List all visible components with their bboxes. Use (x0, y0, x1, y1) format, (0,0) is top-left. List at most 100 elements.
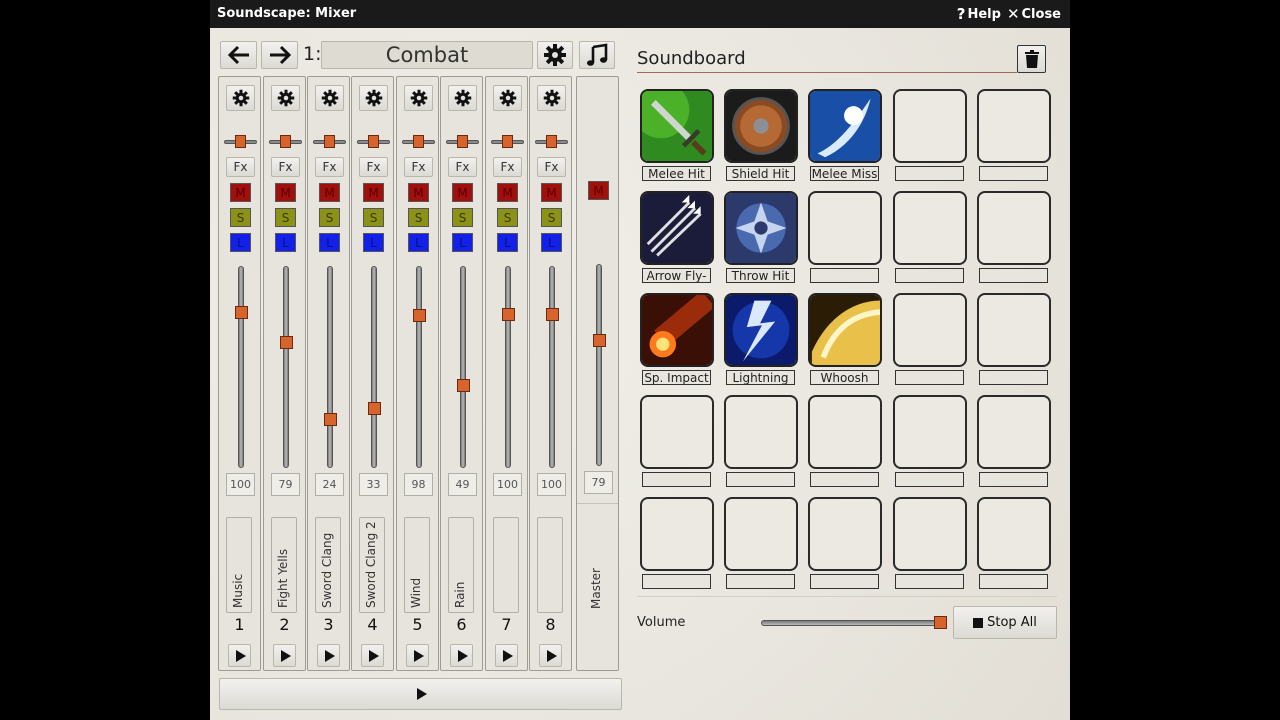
next-scene-button[interactable] (261, 41, 298, 69)
sound-pad[interactable] (724, 191, 798, 265)
channel-name-box[interactable]: Rain (448, 517, 474, 613)
fader-knob[interactable] (280, 336, 293, 349)
channel-play-button[interactable] (361, 644, 384, 667)
volume-fader[interactable] (235, 266, 248, 468)
sound-pad[interactable] (808, 293, 882, 367)
empty-sound-pad-label[interactable] (810, 472, 879, 487)
pan-knob[interactable] (502, 135, 513, 148)
master-fader[interactable] (593, 264, 606, 466)
link-button[interactable]: L (230, 233, 251, 252)
channel-name-box[interactable] (537, 517, 563, 613)
mute-button[interactable]: M (541, 183, 562, 202)
fader-knob[interactable] (457, 379, 470, 392)
link-button[interactable]: L (452, 233, 473, 252)
volume-fader[interactable] (546, 266, 559, 468)
solo-button[interactable]: S (408, 208, 429, 227)
channel-settings-button[interactable] (404, 85, 433, 111)
empty-sound-pad-label[interactable] (726, 472, 795, 487)
empty-sound-pad-label[interactable] (895, 268, 964, 283)
master-mute-button[interactable]: M (588, 181, 609, 200)
mute-button[interactable]: M (230, 183, 251, 202)
solo-button[interactable]: S (363, 208, 384, 227)
fx-button[interactable]: Fx (448, 157, 477, 177)
play-all-button[interactable] (219, 678, 622, 710)
pan-slider[interactable] (402, 134, 435, 150)
close-button[interactable]: ✕ Close (1007, 5, 1061, 23)
mute-button[interactable]: M (363, 183, 384, 202)
channel-settings-button[interactable] (537, 85, 566, 111)
pan-slider[interactable] (491, 134, 524, 150)
sound-pad[interactable] (724, 89, 798, 163)
channel-name-box[interactable]: Sword Clang (315, 517, 341, 613)
mute-button[interactable]: M (497, 183, 518, 202)
empty-sound-pad-label[interactable] (642, 574, 711, 589)
link-button[interactable]: L (541, 233, 562, 252)
scene-settings-button[interactable] (537, 41, 573, 69)
volume-fader[interactable] (324, 266, 337, 468)
mute-button[interactable]: M (319, 183, 340, 202)
fader-knob[interactable] (235, 306, 248, 319)
empty-sound-pad[interactable] (640, 395, 714, 469)
channel-settings-button[interactable] (271, 85, 300, 111)
soundboard-volume-knob[interactable] (934, 616, 947, 629)
mute-button[interactable]: M (452, 183, 473, 202)
pan-slider[interactable] (535, 134, 568, 150)
empty-sound-pad-label[interactable] (810, 574, 879, 589)
solo-button[interactable]: S (452, 208, 473, 227)
empty-sound-pad[interactable] (808, 395, 882, 469)
sound-pad[interactable] (640, 191, 714, 265)
sound-pad[interactable] (640, 89, 714, 163)
fader-knob[interactable] (368, 402, 381, 415)
previous-scene-button[interactable] (220, 41, 257, 69)
link-button[interactable]: L (408, 233, 429, 252)
fx-button[interactable]: Fx (404, 157, 433, 177)
channel-play-button[interactable] (539, 644, 562, 667)
fx-button[interactable]: Fx (493, 157, 522, 177)
empty-sound-pad-label[interactable] (895, 574, 964, 589)
volume-fader[interactable] (280, 266, 293, 468)
link-button[interactable]: L (497, 233, 518, 252)
empty-sound-pad-label[interactable] (979, 574, 1048, 589)
channel-settings-button[interactable] (315, 85, 344, 111)
sound-pad-label[interactable]: Shield Hit (726, 166, 795, 181)
empty-sound-pad[interactable] (893, 89, 967, 163)
sound-pad-label[interactable]: Sp. Impact (642, 370, 711, 385)
channel-play-button[interactable] (273, 644, 296, 667)
channel-name-box[interactable]: Wind (404, 517, 430, 613)
solo-button[interactable]: S (230, 208, 251, 227)
fader-knob[interactable] (593, 334, 606, 347)
empty-sound-pad-label[interactable] (810, 268, 879, 283)
empty-sound-pad[interactable] (724, 497, 798, 571)
empty-sound-pad-label[interactable] (895, 472, 964, 487)
empty-sound-pad[interactable] (893, 497, 967, 571)
empty-sound-pad[interactable] (893, 293, 967, 367)
empty-sound-pad[interactable] (808, 497, 882, 571)
empty-sound-pad[interactable] (724, 395, 798, 469)
sound-pad-label[interactable]: Melee Miss (810, 166, 879, 181)
channel-settings-button[interactable] (493, 85, 522, 111)
fx-button[interactable]: Fx (315, 157, 344, 177)
volume-fader[interactable] (368, 266, 381, 468)
sound-pad[interactable] (640, 293, 714, 367)
sound-pad-label[interactable]: Throw Hit (726, 268, 795, 283)
fader-knob[interactable] (546, 308, 559, 321)
channel-play-button[interactable] (228, 644, 251, 667)
link-button[interactable]: L (319, 233, 340, 252)
empty-sound-pad-label[interactable] (979, 472, 1048, 487)
volume-fader[interactable] (502, 266, 515, 468)
pan-knob[interactable] (546, 135, 557, 148)
sound-pad-label[interactable]: Lightning (726, 370, 795, 385)
channel-name-box[interactable] (493, 517, 519, 613)
pan-knob[interactable] (368, 135, 379, 148)
pan-knob[interactable] (280, 135, 291, 148)
pan-slider[interactable] (313, 134, 346, 150)
empty-sound-pad-label[interactable] (726, 574, 795, 589)
link-button[interactable]: L (275, 233, 296, 252)
channel-name-box[interactable]: Fight Yells (271, 517, 297, 613)
solo-button[interactable]: S (319, 208, 340, 227)
solo-button[interactable]: S (275, 208, 296, 227)
help-button[interactable]: ? Help (957, 5, 1001, 23)
fx-button[interactable]: Fx (359, 157, 388, 177)
pan-slider[interactable] (269, 134, 302, 150)
pan-knob[interactable] (235, 135, 246, 148)
